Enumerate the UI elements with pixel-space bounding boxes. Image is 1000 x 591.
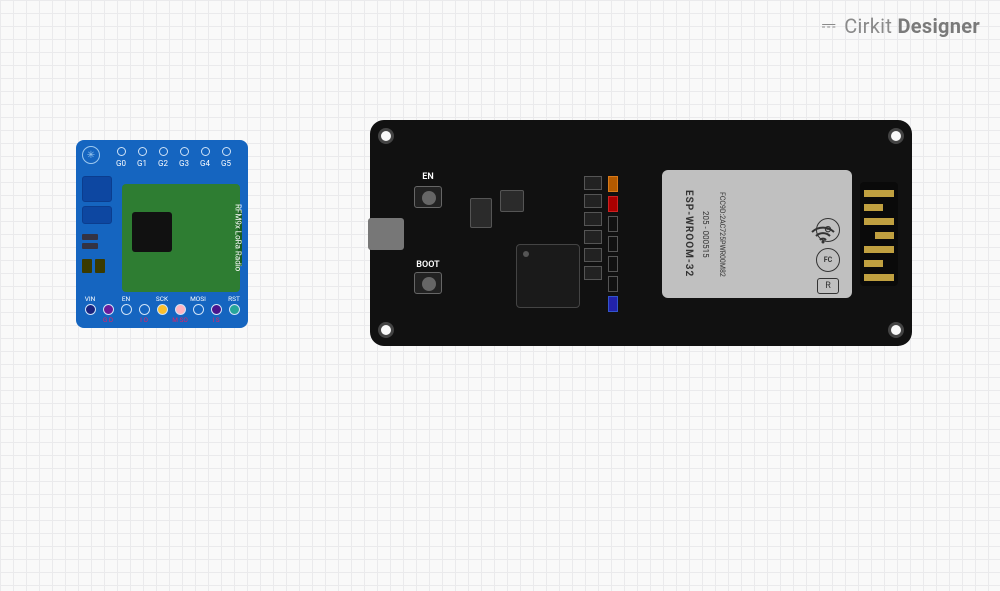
fcc-icon: FC xyxy=(816,248,840,272)
usb-port-icon xyxy=(368,218,404,250)
rf-ic xyxy=(132,212,172,252)
shield-name: ESP-WROOM-32 xyxy=(680,184,694,284)
pcb-antenna-icon xyxy=(860,182,898,286)
en-button[interactable] xyxy=(414,186,442,208)
rfm-bottom-pinrow: VING DENI OSCKM SOMOSII SRST xyxy=(80,295,244,324)
pin-g5[interactable]: G5 xyxy=(221,147,229,168)
pin-gd[interactable]: G D xyxy=(100,295,116,324)
usb-uart-chip xyxy=(516,244,580,308)
component-rfm9x[interactable]: G0G1G2G3G4G5 RFM9x LoRa Radio VING DENI … xyxy=(76,140,248,328)
pin-en[interactable]: EN xyxy=(118,295,134,324)
pin-g3[interactable]: G3 xyxy=(179,147,187,168)
en-label: EN xyxy=(414,172,442,182)
pin-vin[interactable]: VIN xyxy=(82,295,98,324)
circuit-canvas[interactable]: ⎓ Cirkit Designer G0 G1 G2 G3 G4 G5 RFM9x LoR… xyxy=(0,0,1000,591)
boot-label: BOOT xyxy=(414,260,442,270)
pin-rst[interactable]: RST xyxy=(226,295,242,324)
pin-g2[interactable]: G2 xyxy=(158,147,166,168)
esp-rf-shield: ESP-WROOM-32 205 - 000515 FCC9D:2AC725PW… xyxy=(662,170,852,298)
logo-icon: ⎓ xyxy=(822,17,837,35)
rfm-side-label: RFM9x LoRa Radio xyxy=(233,198,243,278)
r-mark: R xyxy=(817,278,839,294)
component-esp32[interactable]: EN BOOT ESP-WROOM-32 205 - 000515 FCC9D:… xyxy=(370,120,912,346)
shield-serial: 205 - 000515 xyxy=(698,184,710,284)
pin-sck[interactable]: SCK xyxy=(154,295,170,324)
adafruit-star-icon xyxy=(82,146,100,164)
pin-g4[interactable]: G4 xyxy=(200,147,208,168)
rfm-top-pinrow: G0 G1 G2 G3 G4 G5 xyxy=(116,147,229,168)
wifi-icon xyxy=(810,224,836,249)
pin-is[interactable]: I S xyxy=(208,295,224,324)
pin-mso[interactable]: M SO xyxy=(172,295,188,324)
rfm-passive-parts xyxy=(82,176,112,273)
pin-mosi[interactable]: MOSI xyxy=(190,295,206,324)
pin-g1[interactable]: G1 xyxy=(137,147,145,168)
rfm-rf-module xyxy=(122,184,240,292)
logo-text-a: Cirkit xyxy=(844,14,892,38)
logo-text-b: Designer xyxy=(897,14,980,38)
boot-button[interactable] xyxy=(414,272,442,294)
pin-io[interactable]: I O xyxy=(136,295,152,324)
shield-fcc: FCC9D:2AC725PWR00M82 xyxy=(714,184,726,284)
app-logo: ⎓ Cirkit Designer xyxy=(822,14,980,38)
pin-g0[interactable]: G0 xyxy=(116,147,124,168)
